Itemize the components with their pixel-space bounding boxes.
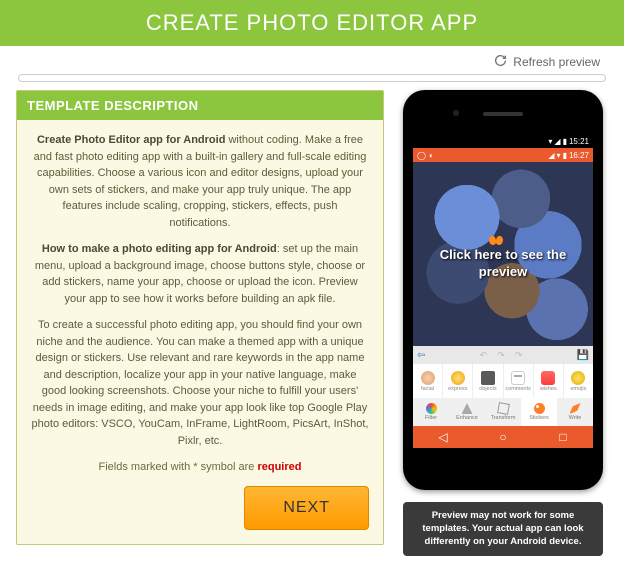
required-note: Fields marked with * symbol are required: [31, 459, 369, 476]
comments-icon: [511, 371, 525, 385]
sticker-category-objects[interactable]: objects: [473, 364, 503, 398]
sticker-category-facial[interactable]: facial: [413, 364, 443, 398]
enhance-icon: [462, 403, 473, 414]
status-time-2: 16:27: [569, 151, 589, 160]
tool-label: Stickers: [529, 415, 549, 421]
category-label: facial: [421, 386, 434, 392]
emojis-icon: [571, 371, 585, 385]
undo-icon[interactable]: ↶: [480, 350, 488, 361]
description-paragraph-2: How to make a photo editing app for Andr…: [31, 241, 369, 307]
sticker-category-emojis[interactable]: emojis: [564, 364, 593, 398]
tool-label: Filter: [425, 415, 437, 421]
facial-icon: [421, 371, 435, 385]
phone-screen: ▾ ◢ ▮ 15:21 ◯ ◐ ◢ ▾ ▮ 16:27: [413, 134, 593, 448]
category-label: emojis: [570, 386, 586, 392]
battery-icon: ▮: [563, 137, 567, 146]
tool-label: Transform: [491, 415, 516, 421]
write-icon: [570, 403, 581, 414]
butterfly-sticker-icon: [489, 236, 503, 246]
panel-title: TEMPLATE DESCRIPTION: [17, 91, 383, 120]
sticker-category-express[interactable]: express: [443, 364, 473, 398]
page-header: CREATE PHOTO EDITOR APP: [0, 0, 624, 46]
refresh-preview-link[interactable]: Refresh preview: [513, 55, 600, 69]
objects-icon: [481, 371, 495, 385]
redo-icon[interactable]: ↷: [515, 350, 523, 361]
signal-icon: ◢: [554, 137, 560, 146]
filter-icon: [426, 403, 437, 414]
refresh-row: Refresh preview: [0, 46, 624, 74]
photo-canvas[interactable]: Click here to see the preview: [413, 162, 593, 346]
category-label: wishes: [540, 386, 557, 392]
description-paragraph-1: Create Photo Editor app for Android with…: [31, 132, 369, 231]
tool-transform[interactable]: Transform: [485, 398, 521, 426]
sticker-category-comments[interactable]: comments: [504, 364, 534, 398]
tool-filter[interactable]: Filter: [413, 398, 449, 426]
template-description-panel: TEMPLATE DESCRIPTION Create Photo Editor…: [16, 90, 384, 545]
signal-icon: ◢: [548, 151, 554, 160]
redo-icon[interactable]: ↷: [497, 350, 505, 361]
category-label: comments: [505, 386, 530, 392]
preview-click-overlay[interactable]: Click here to see the preview: [413, 247, 593, 281]
tool-write[interactable]: Write: [557, 398, 593, 426]
status-time: 15:21: [569, 137, 589, 146]
app-status-icon: ◯: [417, 151, 426, 160]
back-arrow-icon[interactable]: ⇦: [417, 350, 425, 361]
android-status-bar: ▾ ◢ ▮ 15:21: [413, 134, 593, 148]
stickers-icon: [534, 403, 545, 414]
nav-recent-icon[interactable]: □: [556, 430, 570, 444]
phone-speaker: [483, 112, 523, 116]
description-paragraph-3: To create a successful photo editing app…: [31, 317, 369, 449]
tool-stickers[interactable]: Stickers: [521, 398, 557, 426]
app-status-bar: ◯ ◐ ◢ ▾ ▮ 16:27: [413, 148, 593, 162]
tool-label: Write: [569, 415, 582, 421]
transform-icon: [497, 402, 510, 415]
nav-back-icon[interactable]: ◁: [436, 430, 450, 444]
next-button[interactable]: NEXT: [244, 486, 369, 530]
category-label: objects: [479, 386, 496, 392]
express-icon: [451, 371, 465, 385]
wifi-icon: ▾: [548, 137, 552, 146]
wishes-icon: [541, 371, 555, 385]
android-nav-bar: ◁ ○ □: [413, 426, 593, 448]
bottom-tool-row: Filter Enhance Transform Stickers Write: [413, 398, 593, 426]
app-status-icon: ◐: [429, 151, 434, 160]
save-disk-icon[interactable]: 💾: [577, 350, 589, 361]
sticker-category-row: facial express objects comments wishes emojis: [413, 364, 593, 398]
preview-disclaimer: Preview may not work for some templates.…: [403, 502, 603, 556]
tool-label: Enhance: [456, 415, 478, 421]
tool-enhance[interactable]: Enhance: [449, 398, 485, 426]
category-label: express: [448, 386, 467, 392]
undo-redo-toolbar: ⇦ ↶ ↷ ↷ 💾: [413, 346, 593, 364]
sticker-category-wishes[interactable]: wishes: [534, 364, 564, 398]
phone-mockup: ▾ ◢ ▮ 15:21 ◯ ◐ ◢ ▾ ▮ 16:27: [403, 90, 603, 490]
nav-home-icon[interactable]: ○: [496, 430, 510, 444]
refresh-icon[interactable]: [494, 54, 507, 70]
progress-bar: [18, 74, 606, 82]
battery-icon: ▮: [563, 151, 567, 160]
phone-camera-dot: [453, 110, 459, 116]
wifi-icon: ▾: [557, 151, 561, 160]
